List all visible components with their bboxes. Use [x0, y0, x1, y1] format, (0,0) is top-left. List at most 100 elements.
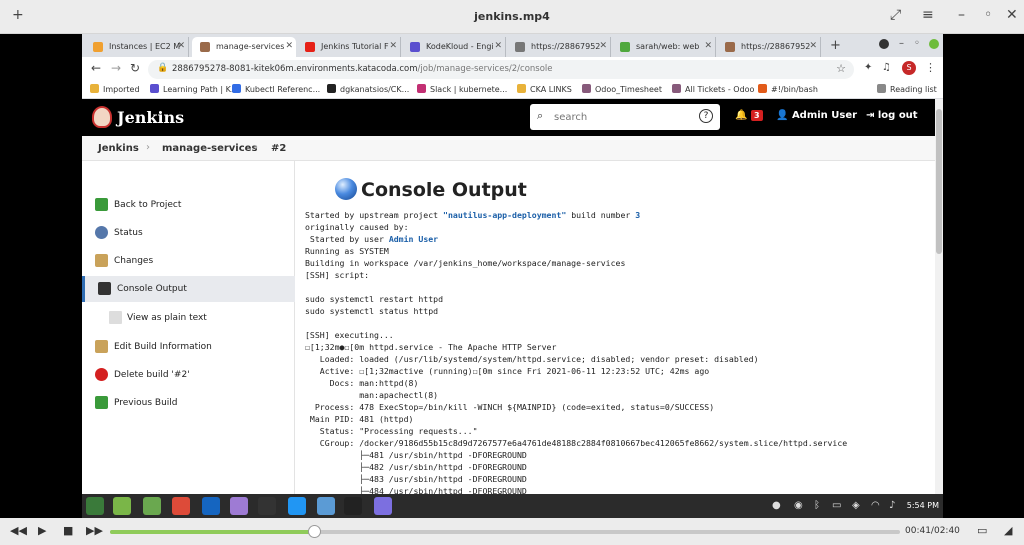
player-controls: ◀◀ ▶ ■ ▶▶ 00:41/02:40 ▭ ◢	[0, 518, 1024, 545]
browser-tab[interactable]: sarah/web: web ✕	[612, 37, 716, 57]
browser-tab[interactable]: Instances | EC2 M ✕	[85, 37, 189, 57]
fullscreen-icon[interactable]: ⤢	[890, 7, 901, 23]
extensions-icon[interactable]: ✦	[864, 62, 872, 73]
subtitle-icon[interactable]: ▭	[977, 524, 987, 537]
window-maximize-icon[interactable]: ◦	[914, 38, 920, 49]
taskbar-app-icon[interactable]	[258, 497, 276, 515]
shield-icon[interactable]: ◈	[852, 500, 860, 511]
tab-close-icon[interactable]: ✕	[494, 41, 502, 51]
help-icon[interactable]: ?	[699, 109, 713, 123]
reading-list-icon	[877, 84, 886, 93]
menu-icon[interactable]: ≡	[922, 7, 934, 23]
forward-icon[interactable]: →	[111, 61, 121, 75]
jenkins-brand[interactable]: Jenkins	[117, 108, 184, 127]
taskbar-app-icon[interactable]	[113, 497, 131, 515]
tab-close-icon[interactable]: ✕	[389, 41, 397, 51]
tab-close-icon[interactable]: ✕	[809, 41, 817, 51]
bookmark-item[interactable]: CKA LINKS	[517, 84, 572, 94]
close-icon[interactable]: ✕	[1006, 7, 1018, 23]
main-panel: Console Output Started by upstream proje…	[295, 161, 935, 494]
network-icon[interactable]: ◠	[871, 500, 880, 511]
new-tab-button[interactable]: +	[830, 38, 841, 53]
changes-link[interactable]: Changes	[82, 248, 295, 274]
status-link[interactable]: Status	[82, 220, 295, 246]
side-panel: Back to Project Status Changes Console Outp…	[82, 161, 295, 494]
taskbar-app-icon[interactable]	[86, 497, 104, 515]
bookmark-item[interactable]: All Tickets - Odoo	[672, 84, 754, 94]
volume-control-icon[interactable]: ◢	[1004, 524, 1012, 537]
stop-icon[interactable]: ■	[63, 524, 73, 537]
media-icon[interactable]: ♫	[882, 62, 891, 73]
taskbar-app-icon[interactable]	[288, 497, 306, 515]
url-bar[interactable]: 🔒 2886795278-8081-kitek06m.environments.…	[148, 60, 854, 79]
reading-list[interactable]: Reading list	[877, 84, 937, 94]
scrollbar-thumb[interactable]	[936, 109, 942, 254]
bookmark-item[interactable]: #!/bin/bash	[758, 84, 818, 94]
window-close-icon[interactable]	[929, 39, 939, 49]
bookmark-item[interactable]: Slack | kubernete...	[417, 84, 507, 94]
tab-close-icon[interactable]: ✕	[599, 41, 607, 51]
taskbar-app-icon[interactable]	[202, 497, 220, 515]
bookmark-item[interactable]: dgkanatsios/CK...	[327, 84, 409, 94]
browser-tab[interactable]: manage-services ✕	[192, 37, 296, 57]
user-menu[interactable]: 👤 Admin User	[776, 110, 857, 121]
chrome-menu-icon[interactable]: ⋮	[925, 61, 936, 74]
breadcrumb-jenkins[interactable]: Jenkins	[98, 143, 139, 154]
reload-icon[interactable]: ↻	[130, 61, 140, 75]
maximize-icon[interactable]: ◦	[984, 7, 992, 23]
minimize-icon[interactable]: –	[958, 7, 965, 23]
view-plain-text-link[interactable]: View as plain text	[82, 305, 295, 331]
upstream-project-link[interactable]: "nautilus-app-deployment"	[443, 210, 566, 220]
taskbar-app-icon[interactable]	[172, 497, 190, 515]
jenkins-logo-icon[interactable]	[92, 106, 112, 128]
profile-avatar[interactable]: S	[902, 61, 916, 75]
clipboard-icon[interactable]: ▭	[832, 500, 841, 511]
taskbar-app-icon[interactable]	[374, 497, 392, 515]
build-number-link[interactable]: 3	[635, 210, 640, 220]
bookmark-item[interactable]: Odoo_Timesheet	[582, 84, 662, 94]
steam-icon[interactable]: ◉	[794, 500, 803, 511]
bookmark-item[interactable]: Imported	[90, 84, 140, 94]
bookmark-item[interactable]: Kubectl Referenc...	[232, 84, 320, 94]
taskbar-app-icon[interactable]	[143, 497, 161, 515]
browser-tab[interactable]: https://28867952 ✕	[507, 37, 611, 57]
previous-build-link[interactable]: Previous Build	[82, 390, 295, 416]
notifications-button[interactable]: 🔔 3	[735, 110, 763, 121]
browser-tab[interactable]: KodeKloud - Engi ✕	[402, 37, 506, 57]
page-scrollbar[interactable]	[935, 99, 943, 494]
logout-link[interactable]: ⇥ log out	[866, 110, 918, 121]
taskbar-app-icon[interactable]	[317, 497, 335, 515]
tab-close-icon[interactable]: ✕	[704, 41, 712, 51]
back-icon[interactable]: ←	[91, 61, 101, 75]
taskbar-app-icon[interactable]	[344, 497, 362, 515]
fast-forward-icon[interactable]: ▶▶	[86, 524, 103, 537]
recorder-icon[interactable]: ●	[772, 500, 781, 511]
volume-icon[interactable]: ♪	[889, 500, 895, 511]
search-input[interactable]	[554, 108, 694, 126]
bluetooth-icon[interactable]: ᛒ	[814, 500, 820, 511]
seek-handle[interactable]	[307, 525, 321, 538]
play-icon[interactable]: ▶	[38, 524, 46, 537]
back-to-project-link[interactable]: Back to Project	[82, 192, 295, 218]
console-output-link[interactable]: Console Output	[82, 276, 295, 302]
breadcrumb-build[interactable]: #2	[271, 143, 286, 154]
breadcrumb-job[interactable]: manage-services	[162, 143, 257, 154]
user-link[interactable]: Admin User	[389, 234, 438, 244]
delete-build-link[interactable]: Delete build '#2'	[82, 362, 295, 388]
window-minimize-icon[interactable]: –	[899, 38, 904, 49]
taskbar-app-icon[interactable]	[230, 497, 248, 515]
tab-label: sarah/web: web	[636, 42, 700, 51]
edit-build-info-link[interactable]: Edit Build Information	[82, 334, 295, 360]
browser-tab[interactable]: https://28867952 ✕	[717, 37, 821, 57]
breadcrumb-separator: ›	[146, 142, 150, 153]
seek-bar[interactable]	[110, 525, 900, 538]
tab-search-icon[interactable]	[879, 39, 889, 49]
taskbar-clock[interactable]: 5:54 PM	[907, 501, 939, 510]
bookmark-icon	[672, 84, 681, 93]
browser-tab[interactable]: Jenkins Tutorial F ✕	[297, 37, 401, 57]
tab-close-icon[interactable]: ✕	[285, 41, 293, 51]
rewind-icon[interactable]: ◀◀	[10, 524, 27, 537]
bookmark-star-icon[interactable]: ☆	[836, 62, 846, 75]
tab-close-icon[interactable]: ✕	[177, 41, 185, 51]
bookmark-item[interactable]: Learning Path | K...	[150, 84, 239, 94]
